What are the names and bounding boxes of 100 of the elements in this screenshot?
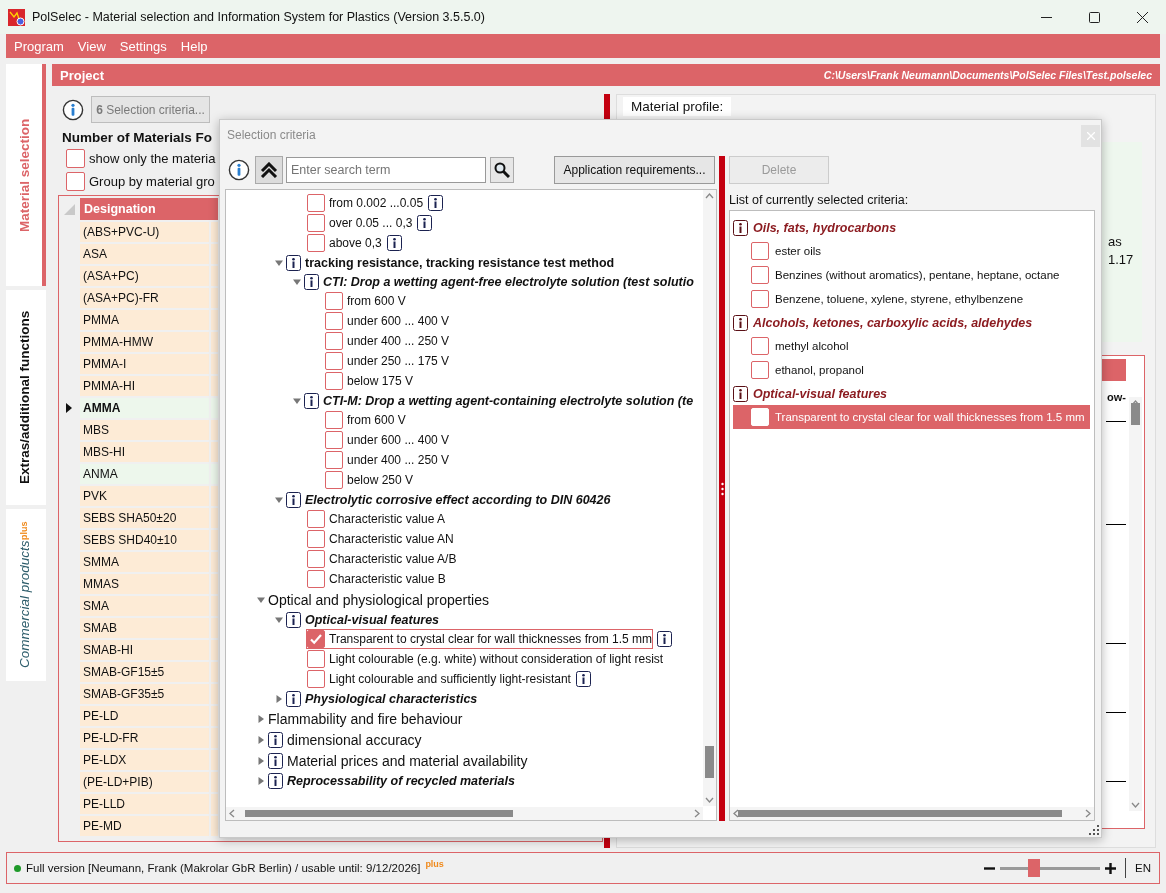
tree-item[interactable]: CTI: Drop a wetting agent-free electrolyte solution (test solutio bbox=[323, 274, 694, 289]
info-icon[interactable] bbox=[228, 159, 250, 181]
checkbox[interactable] bbox=[325, 292, 343, 310]
info-icon[interactable] bbox=[62, 98, 84, 121]
slider-thumb[interactable] bbox=[1028, 859, 1040, 877]
criterion-label[interactable]: Benzene, toluene, xylene, styrene, ethylbenzene bbox=[775, 293, 1024, 305]
option-label[interactable]: Transparent to crystal clear for wall thicknesses from 1.5 mm bbox=[329, 632, 652, 646]
checkbox[interactable] bbox=[307, 550, 325, 568]
table-cell[interactable]: PMMA-HI bbox=[80, 376, 209, 396]
search-button[interactable] bbox=[490, 157, 514, 183]
zoom-in-icon[interactable] bbox=[1105, 862, 1116, 874]
checkbox[interactable] bbox=[751, 266, 769, 284]
checkbox[interactable] bbox=[307, 630, 325, 648]
language-button[interactable]: EN bbox=[1135, 862, 1151, 874]
info-icon[interactable] bbox=[386, 235, 402, 251]
requirements-button[interactable]: Application requirements... bbox=[554, 156, 715, 184]
info-icon[interactable] bbox=[286, 690, 301, 707]
collapse-all-button[interactable] bbox=[255, 156, 283, 184]
checkbox[interactable] bbox=[751, 242, 769, 260]
vertical-scrollbar[interactable] bbox=[703, 190, 716, 806]
option-label[interactable]: Light colourable and sufficiently light-resistant bbox=[329, 672, 571, 686]
checkbox[interactable] bbox=[751, 361, 769, 379]
checkbox[interactable] bbox=[751, 337, 769, 355]
info-icon[interactable] bbox=[657, 631, 672, 647]
option-label[interactable]: Characteristic value B bbox=[329, 572, 446, 586]
option-label[interactable]: below 250 V bbox=[347, 473, 414, 487]
selection-criteria-button[interactable]: 6 Selection criteria... bbox=[91, 96, 210, 123]
table-cell[interactable]: PMMA-HMW bbox=[80, 332, 209, 352]
tree-item[interactable]: dimensional accuracy bbox=[287, 732, 422, 747]
checkbox[interactable] bbox=[325, 431, 343, 449]
tree-item[interactable]: Flammability and fire behaviour bbox=[268, 711, 463, 726]
tree-item[interactable]: CTI-M: Drop a wetting agent-containing electrolyte solution (te bbox=[323, 393, 694, 408]
right-triangle-icon[interactable] bbox=[256, 714, 265, 723]
checkbox[interactable] bbox=[307, 510, 325, 528]
table-cell[interactable]: SMAB-HI bbox=[80, 640, 209, 660]
info-icon[interactable] bbox=[733, 314, 748, 331]
info-icon[interactable] bbox=[268, 731, 283, 748]
tree-item[interactable]: Optical-visual features bbox=[305, 612, 440, 627]
horizontal-scrollbar[interactable] bbox=[730, 807, 1094, 820]
option-label[interactable]: above 0,3 bbox=[329, 236, 382, 250]
criterion-label[interactable]: ester oils bbox=[775, 245, 822, 257]
table-cell[interactable]: PE-LLD bbox=[80, 794, 209, 814]
info-icon[interactable] bbox=[575, 671, 591, 687]
table-cell[interactable]: SMAB bbox=[80, 618, 209, 638]
table-cell[interactable]: PMMA-I bbox=[80, 354, 209, 374]
down-triangle-icon[interactable] bbox=[274, 615, 283, 624]
info-icon[interactable] bbox=[286, 611, 301, 628]
zoom-slider[interactable] bbox=[1000, 859, 1100, 877]
option-label[interactable]: under 600 ... 400 V bbox=[347, 433, 450, 447]
search-field[interactable]: Enter search term bbox=[286, 157, 486, 183]
option-label[interactable]: under 250 ... 175 V bbox=[347, 354, 450, 368]
tree-item[interactable]: Reprocessability of recycled materials bbox=[287, 773, 515, 788]
table-cell[interactable]: MBS-HI bbox=[80, 442, 209, 462]
table-cell[interactable]: SEBS SHD40±10 bbox=[80, 530, 209, 550]
criteria-group-label[interactable]: Optical-visual features bbox=[753, 386, 888, 401]
checkbox[interactable] bbox=[325, 352, 343, 370]
checkbox[interactable] bbox=[751, 290, 769, 308]
down-triangle-icon[interactable] bbox=[292, 277, 301, 286]
checkbox[interactable] bbox=[66, 172, 85, 191]
resize-grip-icon[interactable] bbox=[1089, 825, 1099, 835]
info-icon[interactable] bbox=[733, 219, 748, 236]
checkbox[interactable] bbox=[325, 411, 343, 429]
right-triangle-icon[interactable] bbox=[256, 756, 265, 765]
option-label[interactable]: under 600 ... 400 V bbox=[347, 314, 450, 328]
criterion-label[interactable]: methyl alcohol bbox=[775, 340, 849, 352]
down-triangle-icon[interactable] bbox=[256, 595, 265, 604]
criterion-label[interactable]: ethanol, propanol bbox=[775, 364, 864, 376]
option-label[interactable]: from 0.002 ...0.05 bbox=[329, 196, 424, 210]
table-cell[interactable]: AMMA bbox=[80, 398, 209, 418]
right-triangle-icon[interactable] bbox=[256, 735, 265, 744]
table-cell[interactable]: MBS bbox=[80, 420, 209, 440]
table-cell[interactable]: PE-LD bbox=[80, 706, 209, 726]
right-triangle-icon[interactable] bbox=[256, 776, 265, 785]
tree-item[interactable]: tracking resistance, tracking resistance test method bbox=[305, 255, 615, 270]
tree-item[interactable]: Material prices and material availability bbox=[287, 753, 528, 768]
checkbox[interactable] bbox=[325, 451, 343, 469]
checkbox[interactable] bbox=[307, 214, 325, 232]
table-cell[interactable]: PE-MD bbox=[80, 816, 209, 836]
table-cell[interactable]: (ASA+PC)-FR bbox=[80, 288, 209, 308]
checkbox[interactable] bbox=[307, 194, 325, 212]
table-cell[interactable]: MMAS bbox=[80, 574, 209, 594]
checkbox[interactable] bbox=[307, 670, 325, 688]
table-cell[interactable]: PE-LD-FR bbox=[80, 728, 209, 748]
grip-dots-icon[interactable] bbox=[720, 481, 724, 496]
criteria-group-label[interactable]: Alcohols, ketones, carboxylic acids, aldehydes bbox=[753, 315, 1033, 330]
checkbox[interactable] bbox=[325, 372, 343, 390]
table-cell[interactable]: PE-LDX bbox=[80, 750, 209, 770]
table-cell[interactable]: ANMA bbox=[80, 464, 209, 484]
checkbox[interactable] bbox=[307, 650, 325, 668]
option-label[interactable]: under 400 ... 250 V bbox=[347, 453, 450, 467]
criterion-label[interactable]: Benzines (without aromatics), pentane, heptane, octane bbox=[775, 269, 1060, 281]
checkbox[interactable] bbox=[325, 312, 343, 330]
vertical-scrollbar[interactable] bbox=[1129, 397, 1142, 811]
checkbox[interactable] bbox=[325, 332, 343, 350]
table-cell[interactable]: SMA bbox=[80, 596, 209, 616]
option-label[interactable]: over 0.05 ... 0,3 bbox=[329, 216, 413, 230]
table-cell[interactable]: (ABS+PVC-U) bbox=[80, 222, 209, 242]
option-label[interactable]: Characteristic value A/B bbox=[329, 552, 457, 566]
option-label[interactable]: below 175 V bbox=[347, 374, 414, 388]
checkbox[interactable] bbox=[66, 149, 85, 168]
